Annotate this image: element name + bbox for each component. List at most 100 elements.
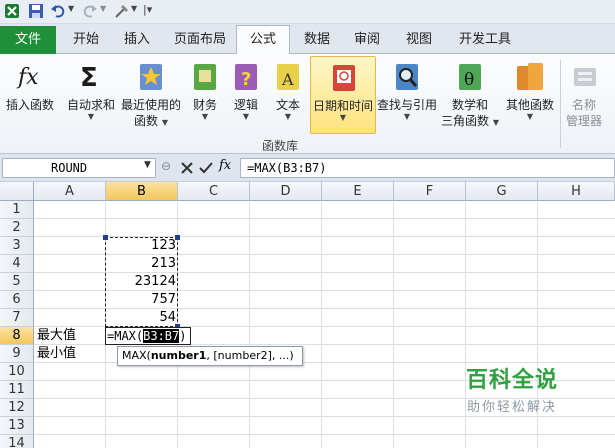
question-book-icon: ? xyxy=(235,64,257,90)
tab-data[interactable]: 数据 xyxy=(296,30,338,50)
customize-toolbar-icon[interactable]: |▾ xyxy=(143,3,152,16)
function-syntax-tooltip[interactable]: MAX(number1, [number2], ...) xyxy=(117,346,303,366)
formula-input[interactable]: =MAX(B3:B7) xyxy=(240,158,615,178)
text-book-icon: A xyxy=(277,64,299,90)
column-header-f[interactable]: F xyxy=(394,182,466,201)
tab-page-layout[interactable]: 页面布局 xyxy=(168,30,232,50)
row-header-9[interactable]: 9 xyxy=(0,345,34,363)
lookup-dropdown-icon[interactable]: ▼ xyxy=(376,112,438,121)
fx-icon: fx xyxy=(16,65,39,90)
theta-book-icon: θ xyxy=(459,64,481,90)
logical-label: 逻辑 xyxy=(233,98,258,112)
column-header-e[interactable]: E xyxy=(322,182,394,201)
save-icon[interactable] xyxy=(28,3,44,19)
tab-insert[interactable]: 插入 xyxy=(116,30,158,50)
row-header-12[interactable]: 12 xyxy=(0,399,34,417)
tab-file[interactable]: 文件 xyxy=(0,26,56,54)
row-header-10[interactable]: 10 xyxy=(0,363,34,381)
edit-range-ref: B3:B7 xyxy=(143,329,180,343)
undo-dropdown-icon[interactable]: ▼ xyxy=(68,4,74,13)
date-time-button[interactable]: 日期和时间 ▼ xyxy=(310,56,376,134)
enter-check-icon[interactable] xyxy=(199,161,213,175)
ribbon-formulas: fx 插入函数 Σ 自动求和 ▼ 最近使用的 函数 ▼ 财务 ▼ ? 逻辑 ▼ … xyxy=(0,54,615,154)
formula-bar: ROUND ▼ ⊖ fx =MAX(B3:B7) xyxy=(0,154,615,182)
math-trig-label-line1: 数学和 xyxy=(451,98,488,112)
watermark-subtitle: 助你轻松解决 xyxy=(466,400,557,415)
redo-icon[interactable] xyxy=(82,3,98,19)
quick-access-toolbar: ▼ ▼ ▼ |▾ xyxy=(0,0,615,24)
tab-home[interactable]: 开始 xyxy=(64,30,108,50)
svg-text:θ: θ xyxy=(464,70,474,90)
row-header-1[interactable]: 1 xyxy=(0,201,34,219)
row-header-14[interactable]: 14 xyxy=(0,435,34,448)
range-selection-marquee xyxy=(105,237,178,327)
gridline xyxy=(393,201,394,448)
calendar-book-icon xyxy=(333,65,355,91)
lookup-book-icon xyxy=(396,64,418,90)
select-all-corner[interactable] xyxy=(0,182,34,201)
column-header-g[interactable]: G xyxy=(466,182,538,201)
column-header-h[interactable]: H xyxy=(538,182,615,201)
autosum-dropdown-icon[interactable]: ▼ xyxy=(64,112,118,121)
more-functions-button[interactable]: 其他函数 ▼ xyxy=(502,56,558,136)
row-header-6[interactable]: 6 xyxy=(0,291,34,309)
tools-icon[interactable] xyxy=(114,3,130,19)
marquee-handle[interactable] xyxy=(175,235,180,240)
row-header-4[interactable]: 4 xyxy=(0,255,34,273)
logical-button[interactable]: ? 逻辑 ▼ xyxy=(228,56,264,136)
financial-dropdown-icon[interactable]: ▼ xyxy=(188,112,222,121)
drag-handle-icon[interactable]: ⊖ xyxy=(161,159,171,173)
marquee-handle[interactable] xyxy=(103,235,108,240)
cell-b8-editor[interactable]: =MAX(B3:B7) xyxy=(105,327,191,345)
autosum-button[interactable]: Σ 自动求和 ▼ xyxy=(64,56,118,136)
name-box[interactable]: ROUND xyxy=(2,158,156,178)
tab-review[interactable]: 审阅 xyxy=(346,30,388,50)
insert-function-button[interactable]: fx 插入函数 xyxy=(2,56,58,136)
text-label: 文本 xyxy=(275,98,300,112)
math-trig-button[interactable]: θ 数学和 三角函数 ▼ xyxy=(440,56,500,136)
row-header-3[interactable]: 3 xyxy=(0,237,34,255)
svg-text:?: ? xyxy=(241,69,251,90)
gridline xyxy=(34,434,615,435)
recently-used-label-line2: 函数 ▼ xyxy=(134,114,168,128)
name-box-dropdown-icon[interactable]: ▼ xyxy=(144,160,151,170)
svg-text:A: A xyxy=(281,70,294,89)
more-functions-dropdown-icon[interactable]: ▼ xyxy=(502,112,558,121)
redo-dropdown-icon[interactable]: ▼ xyxy=(100,4,106,13)
row-header-5[interactable]: 5 xyxy=(0,273,34,291)
autosum-label: 自动求和 xyxy=(66,98,115,112)
name-manager-label-line2: 管理器 xyxy=(565,114,602,128)
tab-formulas[interactable]: 公式 xyxy=(238,30,288,50)
cell-a8[interactable]: 最大值 xyxy=(37,327,76,345)
row-header-8[interactable]: 8 xyxy=(0,327,34,345)
text-button[interactable]: A 文本 ▼ xyxy=(270,56,306,136)
undo-icon[interactable] xyxy=(50,3,66,19)
gridline xyxy=(249,201,250,448)
column-header-b[interactable]: B xyxy=(106,182,178,201)
edit-prefix: =MAX( xyxy=(107,329,144,343)
fx-button[interactable]: fx xyxy=(219,158,231,173)
tab-view[interactable]: 视图 xyxy=(398,30,440,50)
financial-button[interactable]: 财务 ▼ xyxy=(188,56,222,136)
lookup-button[interactable]: 查找与引用 ▼ xyxy=(376,56,438,136)
tab-developer[interactable]: 开发工具 xyxy=(452,30,518,50)
text-dropdown-icon[interactable]: ▼ xyxy=(270,112,306,121)
tools-dropdown-icon[interactable]: ▼ xyxy=(131,4,137,13)
column-header-d[interactable]: D xyxy=(250,182,322,201)
edit-suffix: ) xyxy=(179,329,187,343)
sigma-icon: Σ xyxy=(80,63,98,92)
row-header-7[interactable]: 7 xyxy=(0,309,34,327)
financial-label: 财务 xyxy=(192,98,217,112)
column-header-c[interactable]: C xyxy=(178,182,250,201)
column-header-a[interactable]: A xyxy=(34,182,106,201)
name-manager-button[interactable]: 名称 管理器 xyxy=(562,56,606,136)
row-header-2[interactable]: 2 xyxy=(0,219,34,237)
recently-used-button[interactable]: 最近使用的 函数 ▼ xyxy=(118,56,184,136)
excel-logo-icon[interactable] xyxy=(4,3,20,19)
row-header-11[interactable]: 11 xyxy=(0,381,34,399)
row-header-13[interactable]: 13 xyxy=(0,417,34,435)
cancel-icon[interactable] xyxy=(180,161,194,175)
logical-dropdown-icon[interactable]: ▼ xyxy=(228,112,264,121)
date-time-dropdown-icon[interactable]: ▼ xyxy=(311,113,375,122)
cell-a9[interactable]: 最小值 xyxy=(37,345,76,363)
